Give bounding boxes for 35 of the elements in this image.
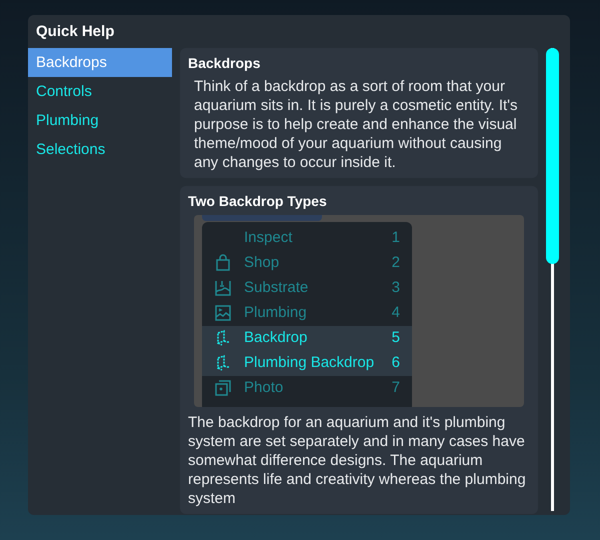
substrate-icon — [214, 279, 232, 297]
photos-icon — [214, 379, 232, 397]
menu-label: Backdrop — [244, 328, 308, 348]
sidebar-item[interactable]: Selections — [28, 134, 172, 164]
menu-shortcut: 5 — [392, 328, 400, 348]
sidebar-item[interactable]: Plumbing — [28, 106, 172, 134]
sidebar-item[interactable]: Backdrops — [28, 48, 172, 76]
window-title: Quick Help — [35, 22, 116, 42]
menu-label: Plumbing Backdrop — [244, 352, 376, 373]
menu-item[interactable]: Substrate 3 — [202, 276, 412, 300]
menu-shortcut: 1 — [392, 228, 400, 248]
menu-shortcut: 4 — [392, 302, 400, 323]
menu-item[interactable]: Shop 2 — [202, 250, 412, 276]
menu-item[interactable]: Inspect 1 — [202, 226, 412, 250]
menu-item[interactable]: Backdrop 5 — [202, 326, 412, 350]
sidebar-item[interactable]: Controls — [28, 76, 172, 106]
menu-item[interactable]: Plumbing 4 — [202, 300, 412, 326]
menu-label: Inspect — [244, 228, 294, 248]
bag-icon — [214, 254, 232, 272]
menu-shortcut: 3 — [392, 278, 400, 298]
menu-shortcut: 7 — [392, 378, 400, 398]
help-text: The backdrop for an aquarium and it's plumbing system are set separately and in many cases have somewhat difference designs. The aquarium represents life and creativity whereas the plumbing system — [188, 412, 527, 508]
menu-label: Shop — [244, 252, 280, 273]
menu-label: Plumbing — [244, 302, 308, 323]
section-title: Backdrops — [188, 54, 262, 73]
menu-shortcut: 2 — [392, 252, 400, 273]
menu-label: Photo — [244, 378, 284, 398]
section-title: Two Backdrop Types — [188, 192, 328, 211]
menu-item[interactable]: Plumbing Backdrop 6 — [202, 350, 412, 376]
help-text: Think of a backdrop as a sort of room that your aquarium sits in. It is purely a cosmetic entity. It's purpose is to help create and enhance the visual theme/mood of your aquarium without causing any changes to occur inside it. — [193, 76, 519, 172]
scrollbar-thumb[interactable] — [546, 48, 559, 264]
image-icon — [214, 304, 232, 322]
menu-label: Substrate — [244, 278, 310, 298]
menu-shortcut: 6 — [392, 352, 400, 373]
menu-item[interactable]: Photo 7 — [202, 376, 412, 400]
